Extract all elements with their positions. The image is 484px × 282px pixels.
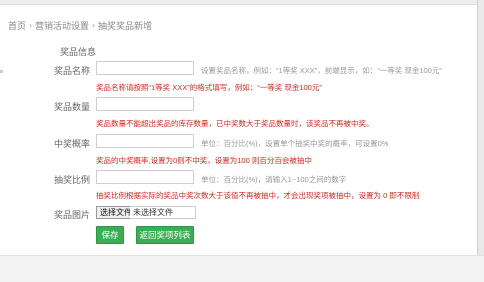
- draw-ratio-warning: 抽奖比例根据实际的奖品中奖次数大于该值不再被抽中，才会出现奖项被抽中，设置为 0…: [96, 191, 420, 200]
- file-status-text: 未选择文件: [130, 206, 196, 219]
- prize-name-warning: 奖品名称请按照“1等奖 XXX”的格式填写，例如：“一等奖 现金100元”: [96, 83, 322, 92]
- right-scrollbar[interactable]: [477, 0, 484, 282]
- draw-ratio-label: 抽奖比例: [53, 175, 90, 185]
- back-to-list-button[interactable]: 返回奖项列表: [136, 226, 194, 244]
- top-bar: [0, 0, 484, 5]
- prize-name-input[interactable]: [96, 61, 194, 75]
- breadcrumb: 首页 › 营销活动设置 › 抽奖奖品新增: [8, 14, 152, 36]
- breadcrumb-separator-icon: ›: [92, 20, 96, 30]
- win-rate-warning: 奖品的中奖概率,设置为0则不中奖，设置为100 则百分百会被抽中: [96, 156, 312, 165]
- breadcrumb-separator-icon: ›: [29, 20, 33, 30]
- breadcrumb-item-home[interactable]: 首页: [8, 19, 26, 32]
- section-title: 奖品信息: [60, 47, 97, 57]
- win-rate-hint: 单位：百分比(%)，设置单个抽奖中奖的概率，可设置0%: [201, 139, 389, 148]
- win-rate-label: 中奖概率: [53, 139, 90, 149]
- draw-ratio-hint: 单位：百分比(%)，请输入1~100之间的数字: [201, 175, 347, 184]
- bottom-panel: [0, 255, 484, 282]
- breadcrumb-item-current: 抽奖奖品新增: [98, 20, 153, 31]
- left-edge-marker: [0, 70, 3, 73]
- breadcrumb-item-settings[interactable]: 营销活动设置: [35, 19, 89, 32]
- prize-image-label: 奖品图片: [53, 210, 90, 220]
- prize-name-label: 奖品名称: [53, 66, 90, 76]
- prize-name-hint: 设置奖品名称，例如：“1等奖 XXX”，前端显示，如：“一等奖 现金100元”: [201, 66, 442, 75]
- win-rate-input[interactable]: [96, 134, 194, 148]
- save-button[interactable]: 保存: [96, 226, 124, 244]
- prize-count-label: 奖品数量: [53, 102, 90, 112]
- prize-count-warning: 奖品数量不能超出奖品的库存数量，已中奖数大于奖品数量时，该奖品不再被中奖。: [96, 119, 374, 128]
- prize-count-input[interactable]: [96, 97, 194, 111]
- draw-ratio-input[interactable]: [96, 170, 194, 184]
